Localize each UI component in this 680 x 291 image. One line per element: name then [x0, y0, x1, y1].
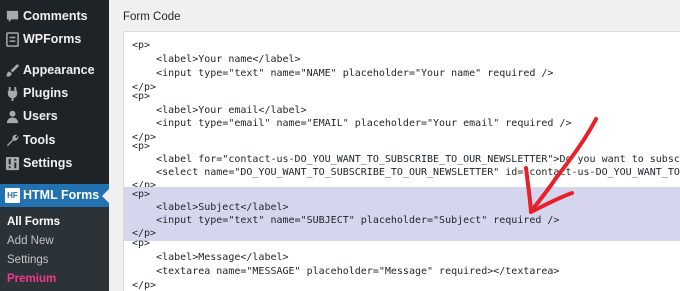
sidebar-item-label: Appearance — [23, 63, 95, 77]
submenu-premium[interactable]: Premium — [7, 273, 56, 285]
html-forms-submenu: All Forms Add New Settings Premium — [0, 207, 109, 291]
code-line: <p> — [132, 238, 151, 249]
comment-icon — [6, 10, 19, 23]
code-line: <p> — [132, 91, 151, 102]
code-line: <input type="email" name="EMAIL" placeho… — [132, 118, 572, 129]
sidebar-item-label: Tools — [23, 133, 56, 147]
submenu-add-new[interactable]: Add New — [7, 235, 54, 247]
form-code-label: Form Code — [123, 11, 181, 23]
wrench-icon — [6, 134, 19, 147]
sidebar-item-plugins[interactable]: Plugins — [0, 83, 109, 105]
plugin-icon — [7, 86, 18, 101]
sliders-icon — [5, 156, 20, 171]
sidebar-item-settings[interactable]: Settings — [0, 153, 109, 175]
users-icon — [6, 110, 19, 124]
code-line: </p> — [132, 280, 157, 291]
code-line: <label>Your name</label> — [132, 54, 301, 65]
sidebar-item-comments[interactable]: Comments — [0, 6, 109, 28]
form-code-editor[interactable]: <p> <label>Your name</label> <input type… — [123, 31, 680, 291]
code-line: <textarea name="MESSAGE" placeholder="Me… — [132, 266, 560, 277]
sidebar-item-label: Settings — [23, 156, 73, 170]
active-indicator — [102, 189, 109, 203]
sidebar-item-appearance[interactable]: Appearance — [0, 60, 109, 82]
sidebar-item-html-forms[interactable]: HF HTML Forms — [0, 184, 109, 207]
code-line: <input type="text" name="NAME" placehold… — [132, 68, 554, 79]
sidebar-item-label: Comments — [23, 9, 88, 23]
sidebar-item-users[interactable]: Users — [0, 106, 109, 128]
code-line: <label>Message</label> — [132, 252, 289, 263]
sidebar-item-label: Users — [23, 109, 58, 123]
sidebar-item-label: WPForms — [23, 32, 82, 46]
sidebar-item-label: Plugins — [23, 86, 69, 100]
sidebar-item-label: HTML Forms — [23, 188, 100, 202]
paintbrush-icon — [5, 63, 20, 77]
hf-logo-icon: HF — [5, 188, 20, 203]
code-line: <p> — [132, 40, 151, 51]
admin-sidebar: Comments WPForms Appearance Plugins User… — [0, 0, 109, 291]
wpforms-icon — [6, 32, 19, 47]
sidebar-item-wpforms[interactable]: WPForms — [0, 29, 109, 51]
main-content: Form Code <p> <label>Your name</label> <… — [109, 0, 680, 291]
sidebar-item-tools[interactable]: Tools — [0, 130, 109, 152]
submenu-all-forms[interactable]: All Forms — [7, 216, 60, 228]
submenu-settings[interactable]: Settings — [7, 254, 49, 266]
